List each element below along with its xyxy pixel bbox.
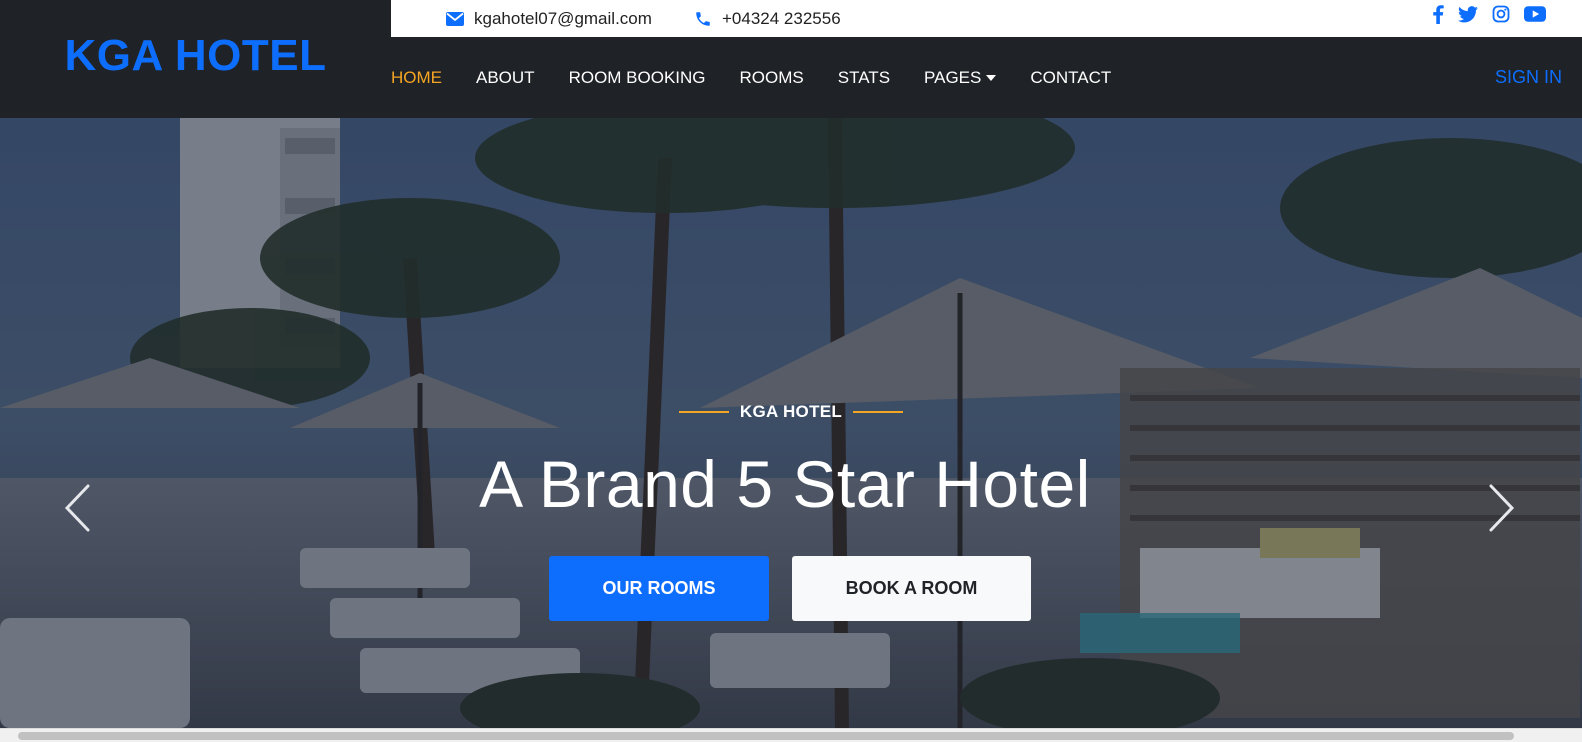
caret-down-icon: [986, 75, 997, 81]
our-rooms-button[interactable]: OUR ROOMS: [549, 556, 769, 621]
chevron-left-icon: [64, 484, 90, 532]
carousel-prev-button[interactable]: [62, 483, 92, 538]
nav-pages-dropdown[interactable]: PAGES: [924, 67, 997, 88]
hero-carousel: KGA HOTEL A Brand 5 Star Hotel OUR ROOMS…: [0, 118, 1582, 728]
instagram-icon[interactable]: [1492, 5, 1510, 23]
hero-eyebrow: KGA HOTEL: [0, 402, 1582, 422]
horizontal-scrollbar[interactable]: [0, 728, 1582, 742]
sign-in-link[interactable]: SIGN IN: [1495, 37, 1562, 118]
eyebrow-line-right: [853, 411, 904, 413]
facebook-icon[interactable]: [1432, 4, 1444, 24]
hero-headline: A Brand 5 Star Hotel: [479, 447, 1091, 521]
hero-eyebrow-text: KGA HOTEL: [739, 402, 843, 421]
carousel-next-button[interactable]: [1487, 483, 1517, 538]
brand-block: KGA HOTEL: [0, 0, 391, 118]
twitter-icon[interactable]: [1458, 5, 1478, 23]
nav-pages-label: PAGES: [924, 67, 982, 87]
contact-topbar: kgahotel07@gmail.com +04324 232556: [391, 0, 1582, 37]
nav-about[interactable]: ABOUT: [476, 68, 535, 88]
main-navbar: HOME ABOUT ROOM BOOKING ROOMS STATS PAGE…: [391, 37, 1582, 118]
contact-phone[interactable]: +04324 232556: [694, 0, 841, 37]
contact-phone-text: +04324 232556: [722, 8, 841, 28]
nav-room-booking[interactable]: ROOM BOOKING: [569, 68, 706, 88]
hero-content: KGA HOTEL A Brand 5 Star Hotel OUR ROOMS…: [0, 118, 1582, 728]
nav-contact[interactable]: CONTACT: [1030, 68, 1111, 88]
book-a-room-button[interactable]: BOOK A ROOM: [792, 556, 1031, 621]
nav-links: HOME ABOUT ROOM BOOKING ROOMS STATS PAGE…: [391, 37, 1145, 118]
chevron-right-icon: [1489, 484, 1515, 532]
brand-logo-text[interactable]: KGA HOTEL: [65, 31, 327, 81]
eyebrow-line-left: [678, 411, 729, 413]
contact-email-text: kgahotel07@gmail.com: [474, 8, 652, 28]
youtube-icon[interactable]: [1524, 6, 1546, 22]
nav-rooms[interactable]: ROOMS: [740, 68, 804, 88]
social-links: [1432, 0, 1546, 28]
phone-icon: [696, 11, 710, 26]
nav-stats[interactable]: STATS: [838, 68, 890, 88]
nav-home[interactable]: HOME: [391, 68, 442, 88]
scrollbar-thumb[interactable]: [18, 732, 1514, 740]
contact-email[interactable]: kgahotel07@gmail.com: [446, 0, 652, 37]
envelope-icon: [446, 11, 464, 26]
